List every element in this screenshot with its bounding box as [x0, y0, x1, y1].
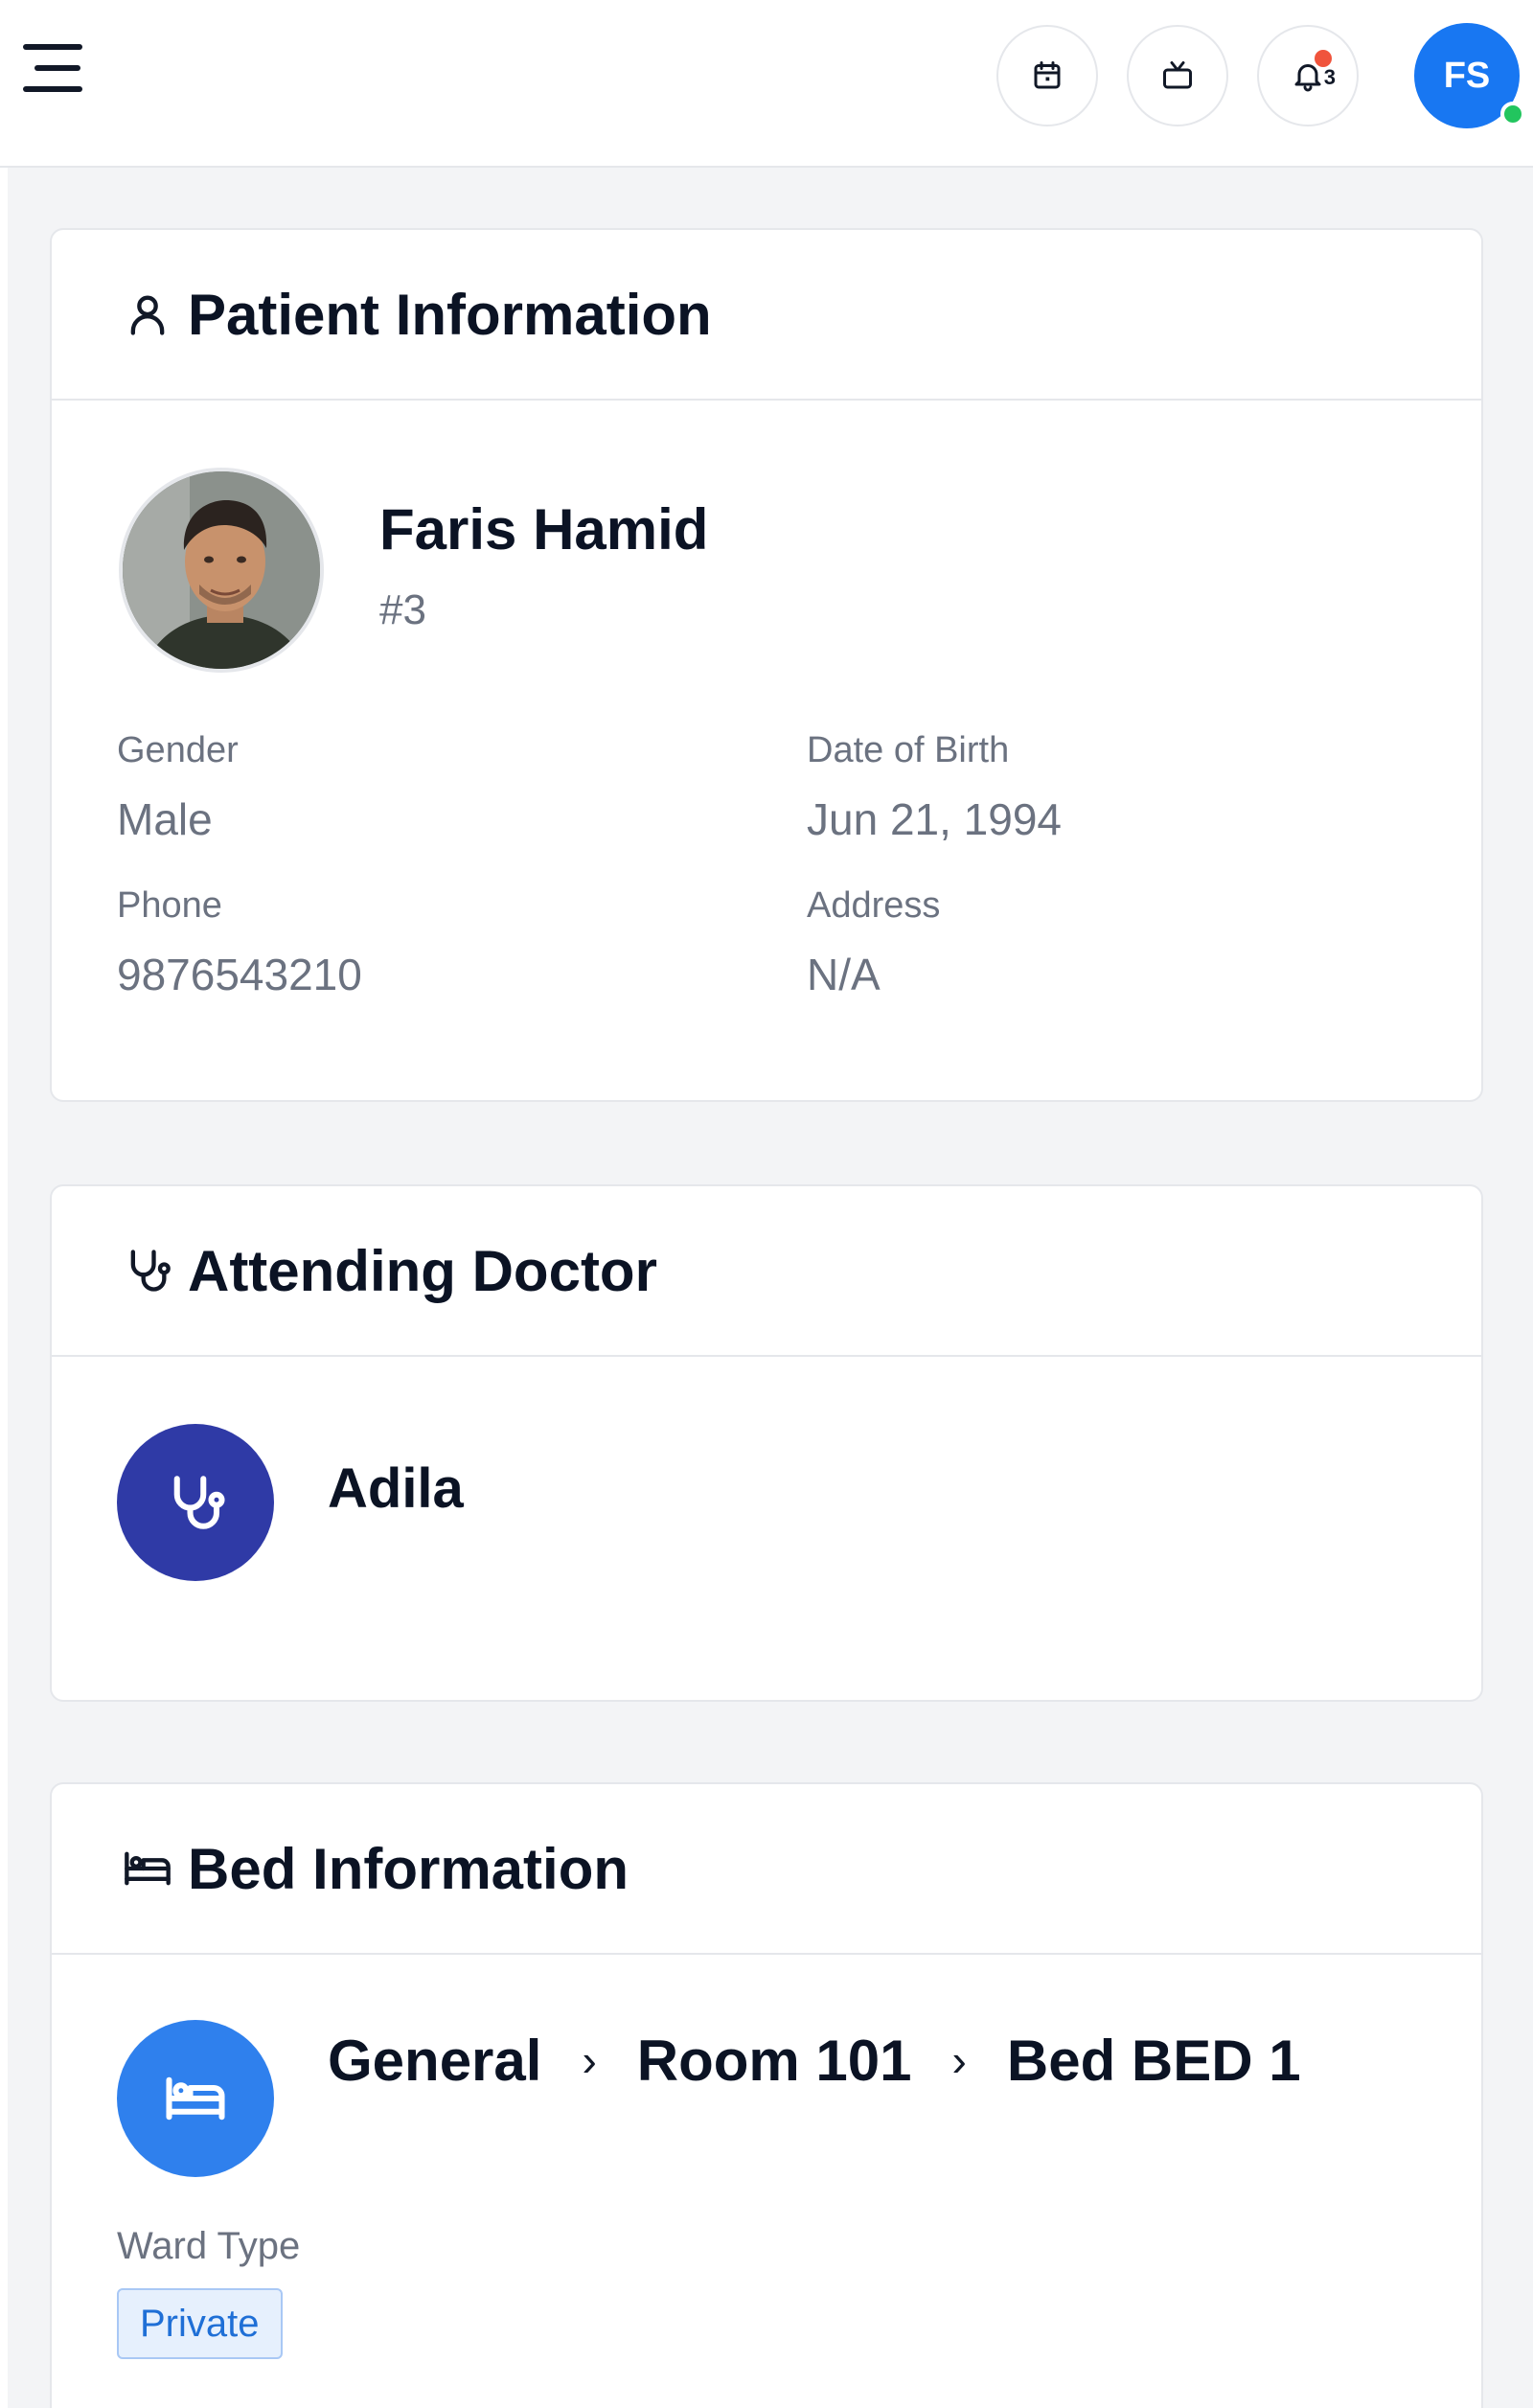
patient-section-title: Patient Information	[188, 282, 712, 347]
doctor-card-header: Attending Doctor	[52, 1186, 1481, 1357]
bed-section-title: Bed Information	[188, 1836, 629, 1901]
online-status-dot	[1500, 102, 1525, 126]
doctor-name: Adila	[328, 1457, 464, 1520]
address-label: Address	[807, 885, 941, 926]
phone-label: Phone	[117, 885, 222, 926]
ward-name: General	[328, 2028, 542, 2093]
notification-count: 3	[1323, 65, 1336, 89]
dob-value: Jun 21, 1994	[807, 794, 1063, 844]
avatar-initials: FS	[1443, 55, 1491, 96]
left-edge	[0, 0, 8, 2408]
ward-type-badge: Private	[117, 2288, 283, 2359]
patient-card-header: Patient Information	[52, 230, 1481, 401]
calendar-icon	[1034, 61, 1061, 89]
tv-button[interactable]	[1127, 25, 1228, 126]
tv-icon	[1163, 61, 1192, 89]
bed-card-header: Bed Information	[52, 1784, 1481, 1955]
doctor-avatar	[117, 1424, 274, 1581]
bed-name: Bed BED 1	[1006, 2028, 1301, 2093]
bed-location-breadcrumb: General › Room 101 › Bed BED 1	[328, 2026, 1301, 2095]
phone-value: 9876543210	[117, 950, 362, 999]
menu-icon[interactable]	[23, 40, 86, 96]
bed-information-card: Bed Information General › Room 101 › Bed…	[50, 1782, 1483, 2408]
patient-photo	[119, 468, 324, 673]
stethoscope-icon	[173, 1476, 225, 1529]
bed-icon	[166, 2076, 225, 2121]
ward-type-label: Ward Type	[117, 2225, 301, 2267]
user-avatar[interactable]: FS	[1414, 23, 1525, 128]
bed-icon	[125, 1851, 171, 1886]
patient-name: Faris Hamid	[379, 497, 709, 562]
room-name: Room 101	[636, 2028, 912, 2093]
address-value: N/A	[807, 950, 881, 999]
breadcrumb-separator: ›	[951, 2035, 967, 2085]
stethoscope-icon	[130, 1250, 171, 1292]
user-icon	[130, 295, 165, 335]
breadcrumb-separator: ›	[582, 2035, 597, 2085]
doctor-section-title: Attending Doctor	[188, 1238, 657, 1303]
patient-information-card: Patient Information Faris Hamid #3 Gende…	[50, 228, 1483, 1102]
bed-avatar	[117, 2020, 274, 2177]
top-bar: 3 FS	[0, 0, 1533, 168]
gender-value: Male	[117, 794, 213, 844]
notifications-button[interactable]: 3	[1257, 25, 1359, 126]
calendar-button[interactable]	[996, 25, 1098, 126]
gender-label: Gender	[117, 730, 239, 770]
patient-id: #3	[379, 586, 426, 633]
dob-label: Date of Birth	[807, 730, 1010, 770]
attending-doctor-card: Attending Doctor Adila	[50, 1184, 1483, 1702]
